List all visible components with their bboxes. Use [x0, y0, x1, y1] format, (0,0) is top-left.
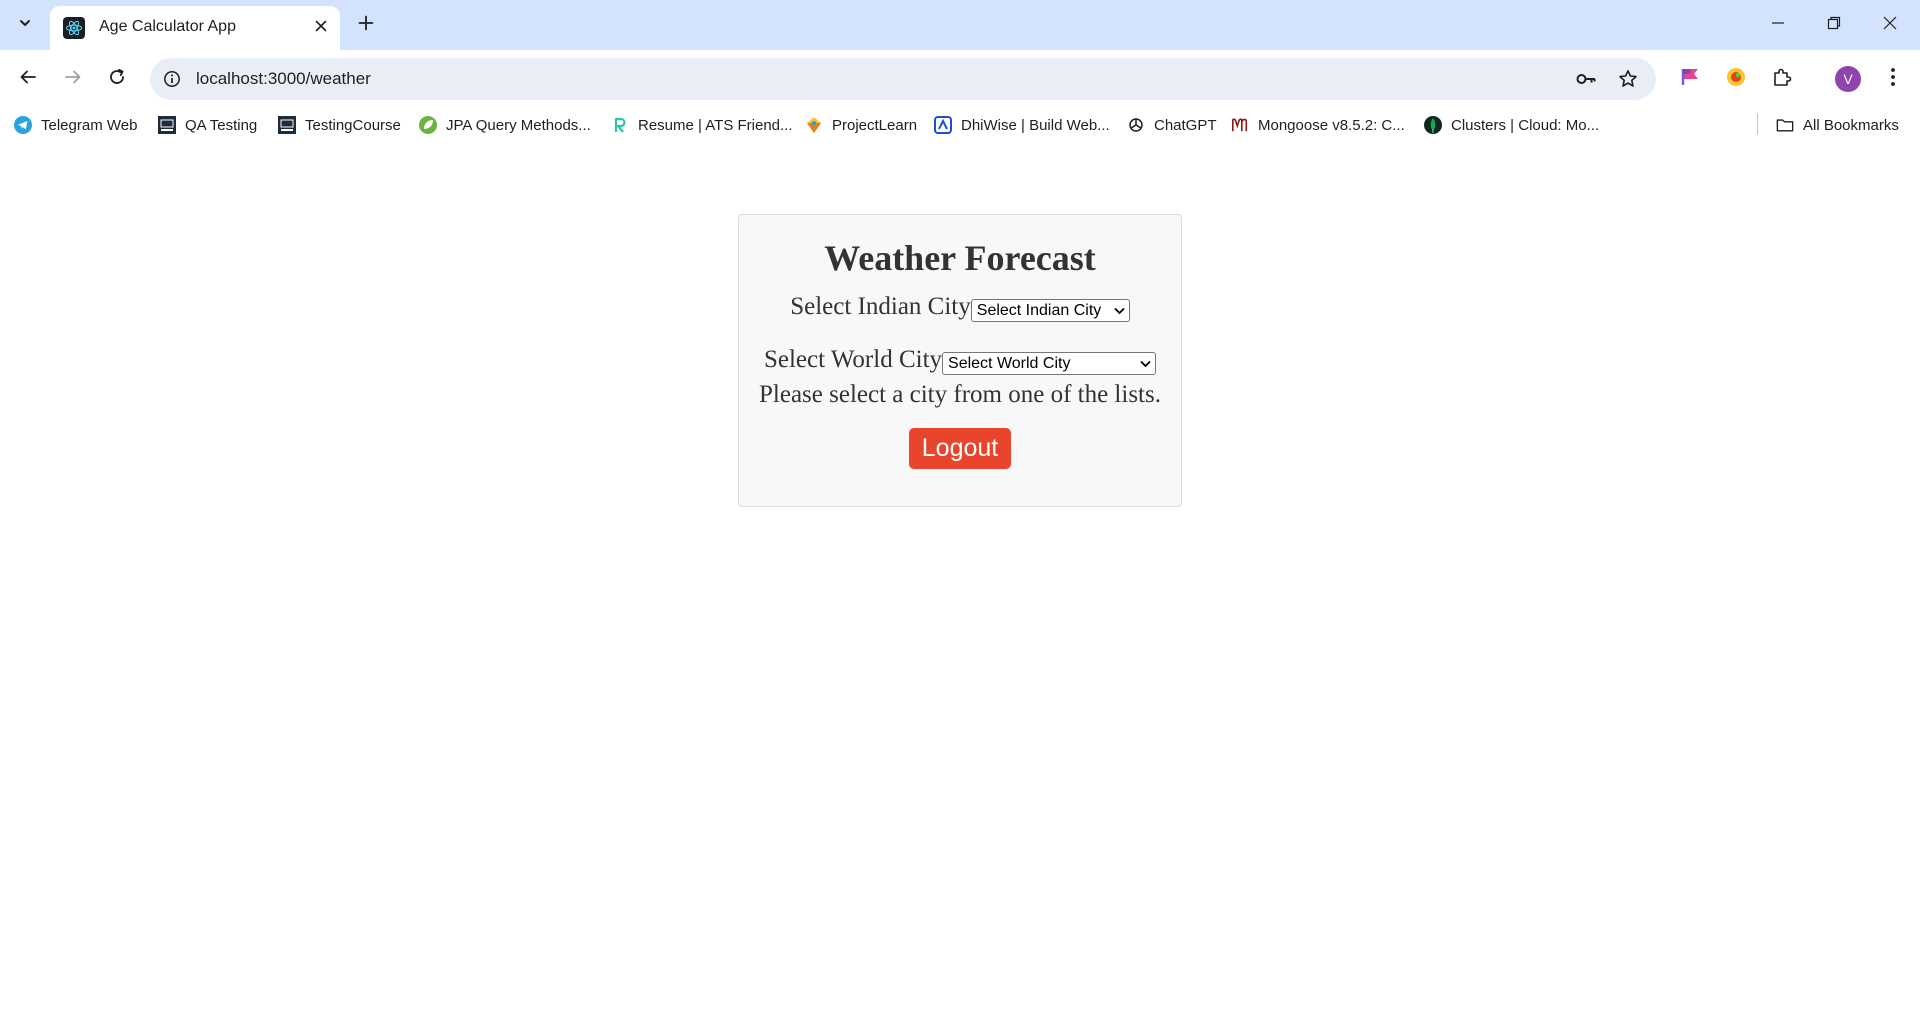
bookmark-label: Mongoose v8.5.2: C...: [1258, 116, 1405, 134]
world-city-select[interactable]: Select World City: [942, 352, 1157, 375]
browser-tab-active[interactable]: Age Calculator App: [50, 6, 340, 50]
extension-colorful-button[interactable]: [1719, 62, 1753, 96]
chevron-down-icon: [18, 16, 32, 35]
extensions-button[interactable]: [1765, 62, 1799, 96]
world-city-selected: Select World City: [948, 354, 1071, 372]
site-info-icon[interactable]: [160, 67, 184, 91]
restore-icon: [1827, 16, 1841, 35]
bookmarks-divider: [1757, 113, 1758, 135]
bookmark-label: JPA Query Methods...: [446, 116, 591, 134]
bookmark-projectlearn[interactable]: ProjectLearn: [805, 113, 917, 137]
bookmark-resume-ats[interactable]: Resume | ATS Friend...: [611, 113, 793, 137]
weather-card: Weather Forecast Select Indian City Sele…: [738, 214, 1182, 507]
reload-button[interactable]: [100, 62, 134, 96]
browser-toolbar: localhost:3000/weather V: [0, 50, 1920, 108]
forward-button[interactable]: [56, 62, 90, 96]
chevron-down-icon: [1110, 307, 1125, 315]
react-atom-icon: [63, 17, 85, 39]
bookmark-clusters[interactable]: Clusters | Cloud: Mo...: [1424, 113, 1599, 137]
bookmark-label: ProjectLearn: [832, 116, 918, 134]
resume-r-icon: [611, 116, 629, 134]
browser-tabstrip: Age Calculator App: [0, 0, 1920, 50]
tab-close-button[interactable]: [309, 16, 333, 40]
chatgpt-icon: [1127, 116, 1145, 134]
arrow-right-icon: [64, 68, 82, 91]
folder-icon: [1776, 116, 1794, 134]
password-key-icon[interactable]: [1574, 67, 1598, 91]
indian-city-label: Select Indian City: [790, 293, 971, 320]
close-window-button[interactable]: [1862, 0, 1918, 50]
arrow-left-icon: [19, 68, 37, 91]
bookmark-label: TestingCourse: [305, 116, 401, 134]
chevron-down-icon: [1136, 360, 1151, 368]
bookmark-label: QA Testing: [185, 116, 258, 134]
address-bar[interactable]: localhost:3000/weather: [150, 58, 1656, 100]
bookmark-label: Clusters | Cloud: Mo...: [1451, 116, 1600, 134]
profile-initial: V: [1843, 71, 1853, 87]
colorful-extension-icon: [1726, 67, 1746, 92]
bookmark-testingcourse[interactable]: TestingCourse: [278, 113, 401, 137]
testing-course-icon: [278, 116, 296, 134]
back-button[interactable]: [11, 62, 45, 96]
all-bookmarks-button[interactable]: All Bookmarks: [1776, 113, 1899, 137]
kebab-menu-icon: [1890, 67, 1896, 92]
reload-icon: [108, 68, 126, 91]
mongoose-icon: [1231, 116, 1249, 134]
profile-avatar[interactable]: V: [1835, 66, 1861, 92]
minimize-button[interactable]: [1750, 0, 1806, 50]
status-message: Please select a city from one of the lis…: [759, 381, 1161, 408]
spring-leaf-icon: [419, 116, 437, 134]
tab-search-button[interactable]: [8, 9, 42, 41]
close-icon: [315, 19, 327, 37]
bookmarks-bar: Telegram Web QA Testing TestingCourse JP…: [0, 108, 1920, 142]
bookmark-label: DhiWise | Build Web...: [961, 116, 1110, 134]
bookmark-mongoose[interactable]: Mongoose v8.5.2: C...: [1231, 113, 1405, 137]
bookmark-jpa-query-methods[interactable]: JPA Query Methods...: [419, 113, 591, 137]
flag-extension-icon: [1680, 67, 1700, 92]
qa-testing-icon: [158, 116, 176, 134]
indian-city-select[interactable]: Select Indian City: [970, 299, 1130, 322]
puzzle-icon: [1772, 67, 1792, 92]
telegram-icon: [14, 116, 32, 134]
tab-title: Age Calculator App: [99, 18, 236, 35]
world-city-row: Select World City Select World City: [739, 346, 1181, 375]
indian-city-row: Select Indian City Select Indian City: [739, 293, 1181, 322]
plus-icon: [358, 15, 374, 36]
minimize-icon: [1771, 16, 1785, 35]
logout-button[interactable]: Logout: [909, 428, 1011, 469]
dhiwise-icon: [934, 116, 952, 134]
close-icon: [1883, 16, 1897, 35]
bookmark-star-icon[interactable]: [1616, 67, 1640, 91]
address-url: localhost:3000/weather: [196, 69, 371, 88]
project-learn-icon: [805, 116, 823, 134]
bookmark-label: ChatGPT: [1154, 116, 1217, 134]
mongodb-leaf-icon: [1424, 116, 1442, 134]
bookmark-chatgpt[interactable]: ChatGPT: [1127, 113, 1217, 137]
world-city-label: Select World City: [763, 346, 943, 373]
indian-city-selected: Select Indian City: [976, 301, 1102, 319]
bookmark-label: Telegram Web: [41, 116, 138, 134]
new-tab-button[interactable]: [351, 10, 381, 40]
bookmark-qa-testing[interactable]: QA Testing: [158, 113, 257, 137]
restore-button[interactable]: [1806, 0, 1862, 50]
page-title: Weather Forecast: [824, 238, 1096, 278]
bookmark-telegram[interactable]: Telegram Web: [14, 113, 137, 137]
all-bookmarks-label: All Bookmarks: [1803, 116, 1899, 134]
bookmark-label: Resume | ATS Friend...: [638, 116, 793, 134]
extension-flag-button[interactable]: [1673, 62, 1707, 96]
menu-button[interactable]: [1876, 62, 1910, 96]
bookmark-dhiwise[interactable]: DhiWise | Build Web...: [934, 113, 1110, 137]
